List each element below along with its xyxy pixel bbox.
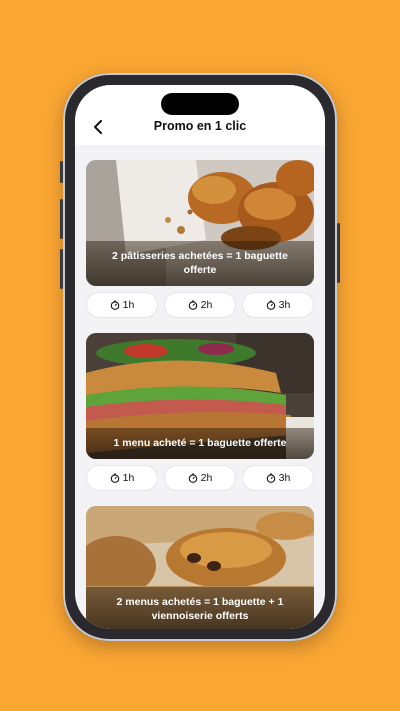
duration-chip-2h[interactable]: 2h [164,465,236,491]
duration-label: 2h [200,299,213,311]
duration-chip-3h[interactable]: 3h [242,465,314,491]
duration-label: 3h [278,299,291,311]
duration-chip-3h[interactable]: 3h [242,292,314,318]
duration-label: 1h [122,472,135,484]
promo-card[interactable]: 1 menu acheté = 1 baguette offerte [86,333,314,459]
mute-switch [60,161,63,183]
promo-caption: 1 menu acheté = 1 baguette offerte [86,428,314,459]
stopwatch-icon [266,473,275,483]
duration-label: 1h [122,299,135,311]
promo-card[interactable]: 2 pâtisseries achetées = 1 baguette offe… [86,160,314,286]
duration-options: 1h 2h 3h [86,292,314,318]
promo-list: 2 pâtisseries achetées = 1 baguette offe… [75,145,325,629]
dynamic-island [161,93,239,115]
duration-chip-1h[interactable]: 1h [86,292,158,318]
promo-caption: 2 menus achetés = 1 baguette + 1 viennoi… [86,587,314,629]
duration-chip-1h[interactable]: 1h [86,465,158,491]
duration-options: 1h 2h 3h [86,465,314,491]
duration-chip-2h[interactable]: 2h [164,292,236,318]
phone-screen: Promo en 1 clic 2 pâtisseries achetées =… [75,85,325,629]
stopwatch-icon [188,473,197,483]
promo-caption: 2 pâtisseries achetées = 1 baguette offe… [86,241,314,286]
stopwatch-icon [110,473,119,483]
volume-up-button [60,199,63,239]
promo-card[interactable]: 2 menus achetés = 1 baguette + 1 viennoi… [86,506,314,629]
phone-frame: Promo en 1 clic 2 pâtisseries achetées =… [60,73,340,641]
power-button [337,223,340,283]
duration-label: 3h [278,472,291,484]
stopwatch-icon [110,300,119,310]
duration-label: 2h [200,472,213,484]
stopwatch-icon [188,300,197,310]
page-title: Promo en 1 clic [153,119,247,133]
stopwatch-icon [266,300,275,310]
volume-down-button [60,249,63,289]
